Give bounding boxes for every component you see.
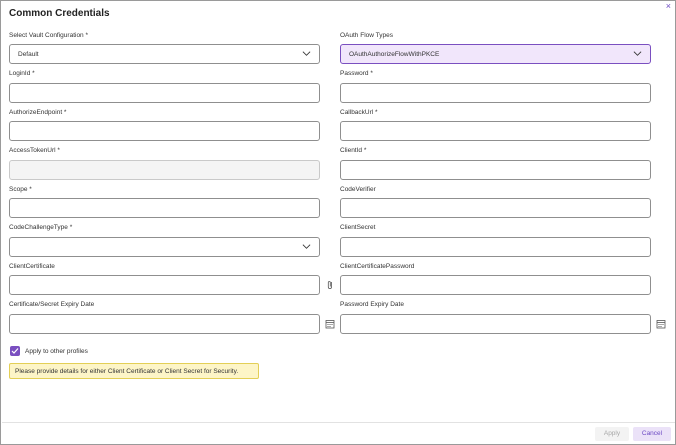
security-notice-text: Please provide details for either Client… xyxy=(15,368,239,375)
client-certificate-label: ClientCertificate xyxy=(9,263,55,270)
scope-input[interactable] xyxy=(9,198,320,218)
client-secret-input[interactable] xyxy=(340,237,651,257)
client-secret-label: ClientSecret xyxy=(340,224,376,231)
calendar-icon[interactable] xyxy=(656,319,666,329)
apply-other-profiles-label: Apply to other profiles xyxy=(25,348,88,355)
password-expiry-label: Password Expiry Date xyxy=(340,301,404,308)
check-icon xyxy=(11,348,19,354)
callback-url-input[interactable] xyxy=(340,121,651,141)
password-label: Password * xyxy=(340,70,373,77)
code-verifier-label: CodeVerifier xyxy=(340,186,376,193)
password-expiry-input[interactable] xyxy=(340,314,651,334)
client-certificate-password-label: ClientCertificatePassword xyxy=(340,263,415,270)
vault-config-select[interactable]: Default xyxy=(9,44,320,64)
client-id-label: ClientId * xyxy=(340,147,367,154)
dialog-title: Common Credentials xyxy=(9,8,110,19)
chevron-down-icon xyxy=(302,244,311,249)
authorize-endpoint-input[interactable] xyxy=(9,121,320,141)
footer-divider xyxy=(2,422,675,423)
chevron-down-icon xyxy=(633,51,642,56)
paperclip-icon[interactable] xyxy=(325,280,335,290)
oauth-flow-label: OAuth Flow Types xyxy=(340,32,393,39)
client-certificate-input[interactable] xyxy=(9,275,320,295)
close-icon[interactable]: × xyxy=(666,1,671,11)
code-challenge-type-label: CodeChallengeType * xyxy=(9,224,73,231)
access-token-url-label: AccessTokenUrl * xyxy=(9,147,60,154)
code-challenge-type-select[interactable] xyxy=(9,237,320,257)
vault-config-label: Select Vault Configuration * xyxy=(9,32,89,39)
cert-secret-expiry-input[interactable] xyxy=(9,314,320,334)
calendar-icon[interactable] xyxy=(325,319,335,329)
access-token-url-input xyxy=(9,160,320,180)
authorize-endpoint-label: AuthorizeEndpoint * xyxy=(9,109,67,116)
login-id-label: LoginId * xyxy=(9,70,35,77)
scope-label: Scope * xyxy=(9,186,32,193)
oauth-flow-select[interactable]: OAuthAuthorizeFlowWithPKCE xyxy=(340,44,651,64)
login-id-input[interactable] xyxy=(9,83,320,103)
password-input[interactable] xyxy=(340,83,651,103)
callback-url-label: CallbackUrl * xyxy=(340,109,378,116)
apply-other-profiles-checkbox[interactable] xyxy=(10,346,20,356)
cert-secret-expiry-label: Certificate/Secret Expiry Date xyxy=(9,301,95,308)
security-notice: Please provide details for either Client… xyxy=(9,363,259,379)
vault-config-value: Default xyxy=(18,51,39,58)
cancel-button[interactable]: Cancel xyxy=(633,427,671,441)
oauth-flow-value: OAuthAuthorizeFlowWithPKCE xyxy=(349,51,440,58)
apply-button[interactable]: Apply xyxy=(595,427,629,441)
client-id-input[interactable] xyxy=(340,160,651,180)
client-certificate-password-input[interactable] xyxy=(340,275,651,295)
code-verifier-input[interactable] xyxy=(340,198,651,218)
common-credentials-dialog: Common Credentials × Select Vault Config… xyxy=(0,0,676,445)
chevron-down-icon xyxy=(302,51,311,56)
